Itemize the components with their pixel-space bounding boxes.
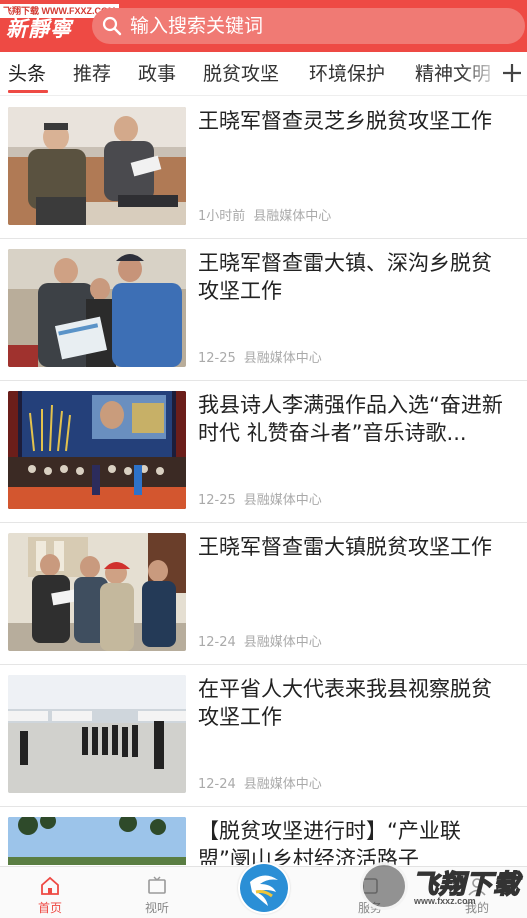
app-logo-icon — [240, 864, 288, 912]
nav-media[interactable]: 视听 — [117, 867, 197, 918]
news-source: 县融媒体中心 — [243, 351, 322, 366]
brand-watermark-url: www.fxxz.com — [414, 896, 476, 906]
news-meta: 12-24 县融媒体中心 — [198, 631, 322, 650]
news-meta: 12-24 县融媒体中心 — [198, 773, 322, 792]
tabs-fade — [461, 52, 501, 95]
news-feed[interactable]: 王晓军督查灵芝乡脱贫攻坚工作 1小时前 县融媒体中心 王晓军督查雷大镇、深沟乡脱… — [0, 97, 527, 865]
nav-home-label: 首页 — [37, 901, 62, 915]
tab-recommend[interactable]: 推荐 — [73, 62, 111, 86]
news-title[interactable]: 王晓军督查雷大镇脱贫攻坚工作 — [198, 533, 508, 591]
news-time: 1小时前 — [198, 209, 246, 224]
tab-politics[interactable]: 政事 — [138, 62, 176, 86]
brand-watermark: 飞翔下载 www.fxxz.com — [360, 858, 525, 916]
news-title[interactable]: 王晓军督查雷大镇、深沟乡脱贫攻坚工作 — [198, 249, 508, 307]
tab-headlines[interactable]: 头条 — [8, 62, 46, 86]
tab-poverty-alleviation[interactable]: 脱贫攻坚 — [203, 62, 279, 86]
search-bar[interactable]: 输入搜索关键词 — [92, 8, 525, 44]
news-time: 12-25 — [198, 493, 236, 508]
news-source: 县融媒体中心 — [253, 209, 332, 224]
active-tab-indicator — [8, 90, 48, 93]
category-tabs: 头条 推荐 政事 脱贫攻坚 环境保护 精神文明 — [0, 52, 527, 96]
center-app-button[interactable] — [238, 862, 290, 914]
news-item[interactable]: 王晓军督查雷大镇、深沟乡脱贫攻坚工作 12-25 县融媒体中心 — [0, 239, 527, 381]
news-item[interactable]: 在平省人大代表来我县视察脱贫攻坚工作 12-24 县融媒体中心 — [0, 665, 527, 807]
news-thumbnail — [8, 817, 186, 865]
news-thumbnail — [8, 675, 186, 793]
news-time: 12-25 — [198, 351, 236, 366]
news-title[interactable]: 我县诗人李满强作品入选“奋进新时代 礼赞奋斗者”音乐诗歌... — [198, 391, 508, 449]
tab-environment[interactable]: 环境保护 — [309, 62, 385, 86]
news-title[interactable]: 在平省人大代表来我县视察脱贫攻坚工作 — [198, 675, 508, 733]
tv-icon — [148, 876, 166, 894]
home-icon — [41, 876, 59, 895]
top-header: 新靜寧 飞翔下载 WWW.FXXZ.COM 输入搜索关键词 — [0, 0, 527, 52]
search-icon — [102, 16, 122, 36]
news-source: 县融媒体中心 — [243, 635, 322, 650]
nav-media-label: 视听 — [144, 901, 169, 915]
nav-home[interactable]: 首页 — [10, 867, 90, 918]
news-thumbnail — [8, 249, 186, 367]
news-title[interactable]: 王晓军督查灵芝乡脱贫攻坚工作 — [198, 107, 508, 165]
news-meta: 12-25 县融媒体中心 — [198, 489, 322, 508]
news-item[interactable]: 王晓军督查灵芝乡脱贫攻坚工作 1小时前 县融媒体中心 — [0, 97, 527, 239]
news-meta: 1小时前 县融媒体中心 — [198, 205, 331, 224]
news-thumbnail — [8, 107, 186, 225]
news-thumbnail — [8, 391, 186, 509]
news-source: 县融媒体中心 — [243, 493, 322, 508]
brand-watermark-logo — [360, 862, 408, 910]
news-meta: 12-25 县融媒体中心 — [198, 347, 322, 366]
news-time: 12-24 — [198, 777, 236, 792]
news-source: 县融媒体中心 — [243, 777, 322, 792]
news-item[interactable]: 王晓军督查雷大镇脱贫攻坚工作 12-24 县融媒体中心 — [0, 523, 527, 665]
news-time: 12-24 — [198, 635, 236, 650]
add-channel-icon[interactable] — [501, 60, 523, 86]
news-item[interactable]: 【脱贫攻坚进行时】“产业联盟”阌山乡村经济活路子 — [0, 807, 527, 865]
search-placeholder: 输入搜索关键词 — [130, 15, 264, 37]
news-item[interactable]: 我县诗人李满强作品入选“奋进新时代 礼赞奋斗者”音乐诗歌... 12-25 县融媒… — [0, 381, 527, 523]
news-thumbnail — [8, 533, 186, 651]
